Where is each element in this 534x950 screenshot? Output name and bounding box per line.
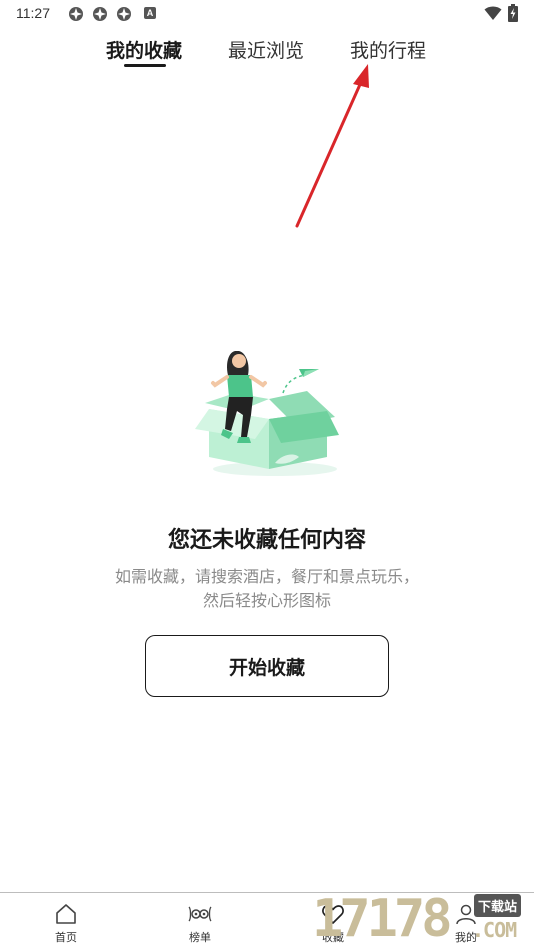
app-notification-icon: [117, 7, 131, 21]
active-tab-indicator: [124, 64, 166, 67]
home-icon: [56, 904, 76, 924]
ranking-owl-icon: [188, 906, 212, 922]
empty-state-title: 您还未收藏任何内容: [167, 528, 366, 553]
nav-item-home[interactable]: 首页: [36, 899, 96, 949]
start-collecting-button[interactable]: 开始收藏: [145, 635, 389, 697]
battery-charging-icon: [508, 4, 518, 22]
status-bar: 11:27 A: [0, 0, 534, 28]
tab-bar: 我的收藏 最近浏览 我的行程: [0, 30, 534, 72]
empty-state-description: 如需收藏，请搜索酒店，餐厅和景点玩乐， 然后轻按心形图标: [60, 565, 474, 613]
wifi-icon: [484, 6, 502, 20]
nav-label-home: 首页: [55, 931, 77, 944]
tab-my-trips[interactable]: 我的行程: [350, 36, 426, 63]
nav-item-ranking[interactable]: 榜单: [170, 899, 230, 949]
watermark: 17178 下载站 .COM: [312, 888, 534, 950]
tab-my-favorites[interactable]: 我的收藏: [106, 36, 182, 63]
app-notification-icon: [93, 7, 107, 21]
app-notification-icon: [69, 7, 83, 21]
status-time: 11:27: [16, 5, 50, 21]
empty-state-description-line2: 然后轻按心形图标: [202, 591, 331, 610]
watermark-badge: 下载站: [474, 894, 522, 917]
empty-state-description-line1: 如需收藏，请搜索酒店，餐厅和景点玩乐，: [114, 567, 419, 586]
a-badge-icon: A: [144, 7, 156, 19]
empty-box-illustration: [195, 351, 339, 476]
watermark-suffix: .COM: [472, 918, 517, 942]
nav-label-ranking: 榜单: [189, 931, 211, 944]
tab-recently-viewed[interactable]: 最近浏览: [228, 36, 304, 63]
watermark-number: 17178: [312, 889, 453, 949]
